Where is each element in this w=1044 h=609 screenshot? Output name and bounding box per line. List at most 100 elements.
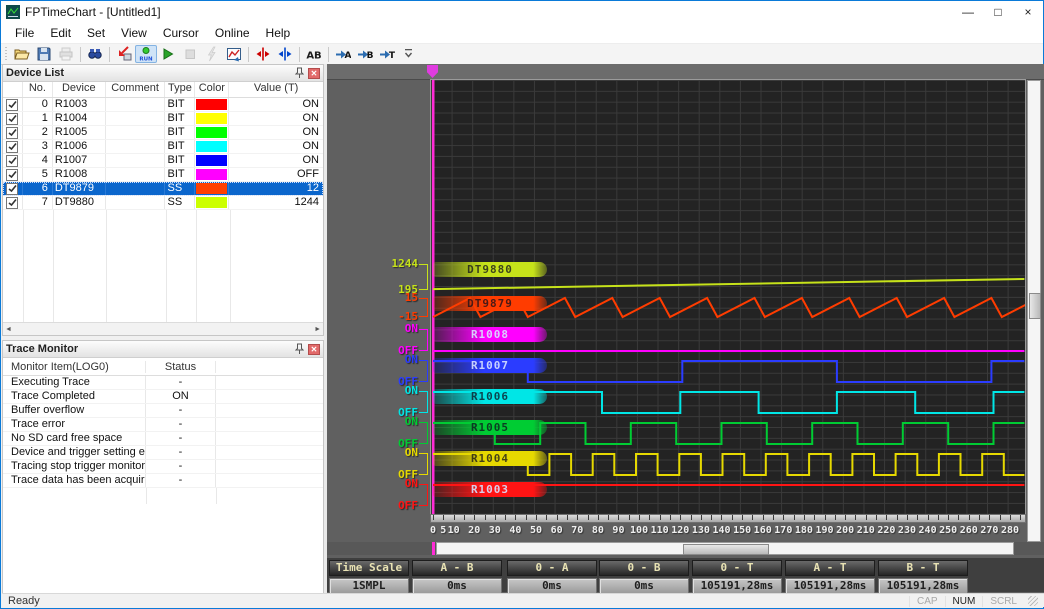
col-type: Type [165,82,195,97]
menu-online[interactable]: Online [207,26,258,40]
y-scale-top-R1004: ON [405,446,418,459]
chart-hscrollbar[interactable] [327,542,1044,555]
find-button[interactable] [84,45,106,63]
chart-vscrollbar[interactable] [1027,80,1041,542]
menu-edit[interactable]: Edit [42,26,79,40]
status-toggle-scrl: SCRL [982,596,1024,607]
status-bar: Ready CAPNUMSCRL [2,593,1044,607]
trace-monitor-close-icon[interactable]: ✕ [308,344,320,355]
measure-cell-0-a: 0 - A0ms [507,560,597,594]
trace-monitor-title: Trace Monitor [6,343,78,355]
device-comment [106,154,166,167]
toolbar-overflow-button[interactable] [398,45,420,63]
device-list-hscrollbar[interactable]: ◄ ► [3,322,323,335]
device-type: BIT [165,112,195,125]
stop-trace-button[interactable] [179,45,201,63]
device-name: R1008 [53,168,106,181]
read-chart-button[interactable] [223,45,245,63]
device-checkbox[interactable] [3,196,23,209]
resize-grip[interactable] [1028,596,1038,606]
device-row-R1007[interactable]: 4R1007BITON [3,154,323,168]
y-scale-bracket-R1005 [419,422,428,444]
device-row-R1008[interactable]: 5R1008BITOFF [3,168,323,182]
device-row-DT9880[interactable]: 7DT9880SS1244 [3,196,323,210]
close-button[interactable]: × [1013,1,1043,23]
device-checkbox[interactable] [3,112,23,125]
device-name: R1005 [53,126,106,139]
device-row-DT9879[interactable]: 6DT9879SS12 [3,182,323,196]
device-checkbox[interactable] [3,168,23,181]
monitor-item-label: Tracing stop trigger monitor [3,460,146,473]
menu-file[interactable]: File [7,26,42,40]
trace-monitor-column-headers: Monitor Item(LOG0) Status [3,358,323,376]
device-checkbox[interactable] [3,154,23,167]
jump-to-a-button[interactable]: A [332,45,354,63]
menu-help[interactable]: Help [258,26,299,40]
cursor-a-button[interactable] [252,45,274,63]
trigger-button[interactable] [201,45,223,63]
start-trace-button[interactable] [157,45,179,63]
monitor-item-label: Executing Trace [3,376,146,389]
minimize-button[interactable]: — [953,1,983,23]
signal-label-R1006: R1006 [433,389,547,404]
device-name: R1003 [53,98,106,111]
color-swatch [195,196,229,209]
device-no: 3 [23,140,53,153]
pin-icon[interactable] [295,67,304,79]
scroll-left-icon[interactable]: ◄ [5,326,12,333]
device-row-R1006[interactable]: 3R1006BITON [3,140,323,154]
print-button[interactable] [55,45,77,63]
maximize-button[interactable]: □ [983,1,1013,23]
vscroll-thumb[interactable] [1029,293,1041,319]
device-checkbox[interactable] [3,182,23,195]
cursor-b-button[interactable] [274,45,296,63]
device-checkbox[interactable] [3,98,23,111]
y-scale-top-R1008: ON [405,322,418,335]
svg-text:AB: AB [306,51,321,62]
measurement-bar: Time Scale1SMPLA - B0ms0 - A0ms0 - B0ms0… [327,558,1044,592]
measure-label: B - T [878,560,968,576]
device-checkbox[interactable] [3,140,23,153]
device-value: 12 [229,182,323,195]
device-row-R1003[interactable]: 0R1003BITON [3,98,323,112]
device-type: BIT [165,98,195,111]
device-row-R1004[interactable]: 1R1004BITON [3,112,323,126]
svg-text:T: T [389,51,395,61]
save-button[interactable] [33,45,55,63]
y-scale-top-DT9880: 1244 [392,257,419,270]
color-swatch [195,126,229,139]
col-monitor-item: Monitor Item(LOG0) [3,361,146,373]
trace-monitor-row: Trace CompletedON [3,390,323,404]
y-axis-gutter: 124419515-15ONOFFONOFFONOFFONOFFONOFFONO… [327,64,431,542]
device-type: BIT [165,168,195,181]
svg-text:RUN: RUN [139,57,153,63]
device-checkbox[interactable] [3,126,23,139]
jump-to-b-button[interactable]: B [354,45,376,63]
device-comment [106,140,166,153]
scroll-right-icon[interactable]: ► [314,326,321,333]
y-scale-bracket-DT9880 [419,264,428,290]
measure-value: 1SMPL [329,578,409,594]
measure-value: 105191,28ms [692,578,782,594]
hscroll-track[interactable] [436,542,1014,555]
measure-value: 0ms [599,578,689,594]
download-to-plc-button[interactable] [113,45,135,63]
open-button[interactable] [11,45,33,63]
device-list-close-icon[interactable]: ✕ [308,68,320,79]
menu-set[interactable]: Set [79,26,113,40]
color-swatch [195,112,229,125]
trace-monitor-row: No SD card free space- [3,432,323,446]
hscroll-thumb[interactable] [683,544,769,555]
waveform-DT9880 [433,279,1024,289]
menu-cursor[interactable]: Cursor [155,26,207,40]
cursor-ab-button[interactable]: AB [303,45,325,63]
measure-value: 0ms [412,578,502,594]
chart-plot-area[interactable]: DT9880DT9879R1008R1007R1006R1005R1004R10… [430,79,1026,515]
run-monitor-button[interactable]: RUN [135,45,157,63]
pin-icon[interactable] [295,343,304,355]
jump-to-t-button[interactable]: T [376,45,398,63]
device-row-R1005[interactable]: 2R1005BITON [3,126,323,140]
trace-monitor-header: Trace Monitor ✕ [3,341,323,358]
menu-view[interactable]: View [113,26,155,40]
y-scale-bottom-R1003: OFF [398,499,418,512]
